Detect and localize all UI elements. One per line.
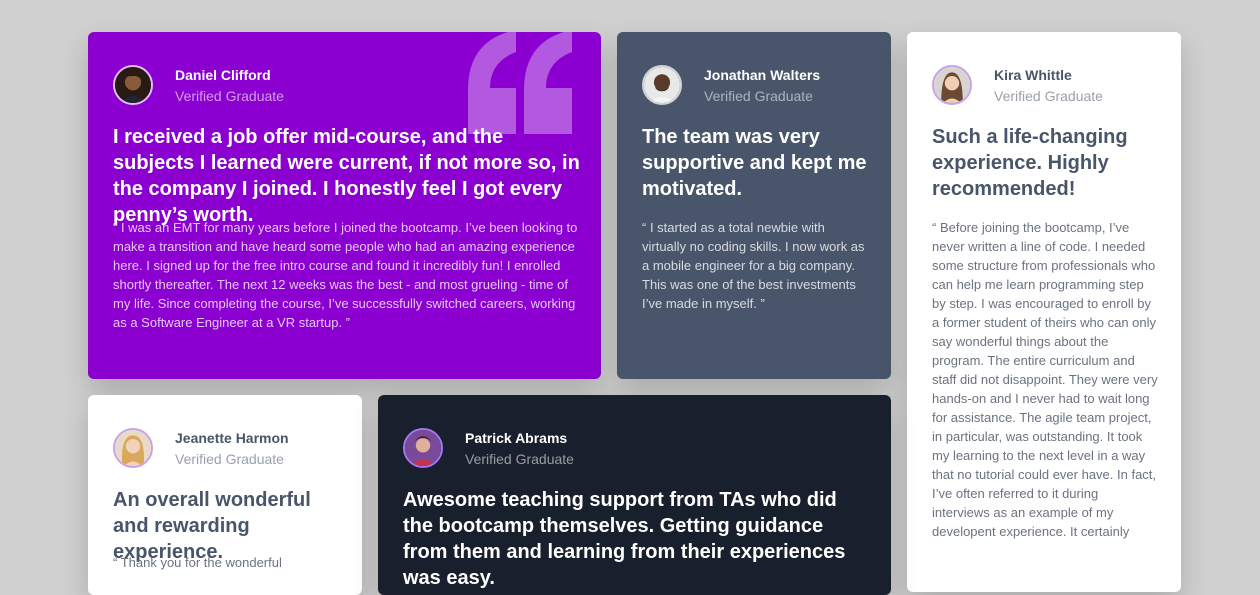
author-name: Kira Whittle <box>994 66 1072 83</box>
avatar <box>932 65 972 105</box>
author-block: Jonathan Walters Verified Graduate <box>642 62 820 108</box>
author-role: Verified Graduate <box>175 87 284 104</box>
testimonial-headline: Such a life-changing experience. Highly … <box>932 126 1128 200</box>
author-name: Jeanette Harmon <box>175 429 289 446</box>
testimonial-headline: The team was very supportive and kept me… <box>642 126 867 200</box>
author-role: Verified Graduate <box>175 450 284 467</box>
testimonial-quote: “ Before joining the bootcamp, I’ve neve… <box>932 220 1158 539</box>
author-block: Patrick Abrams Verified Graduate <box>403 425 574 471</box>
testimonial-card-jonathan: Jonathan Walters Verified Graduate The t… <box>617 32 891 379</box>
testimonial-headline: I received a job offer mid-course, and t… <box>113 126 580 226</box>
avatar <box>113 65 153 105</box>
author-role: Verified Graduate <box>994 87 1103 104</box>
testimonial-quote: “ Thank you for the wonderful <box>113 555 282 570</box>
author-name: Jonathan Walters <box>704 66 821 83</box>
avatar <box>403 428 443 468</box>
testimonial-headline: Awesome teaching support from TAs who di… <box>403 489 846 589</box>
quotation-mark-icon <box>468 32 572 134</box>
testimonial-quote: “ I was an EMT for many years before I j… <box>113 220 578 330</box>
testimonial-quote: “ I started as a total newbie with virtu… <box>642 220 865 311</box>
author-name: Daniel Clifford <box>175 66 271 83</box>
author-block: Kira Whittle Verified Graduate <box>932 62 1103 108</box>
author-block: Jeanette Harmon Verified Graduate <box>113 425 289 471</box>
avatar <box>642 65 682 105</box>
testimonial-card-kira: Kira Whittle Verified Graduate Such a li… <box>907 32 1181 592</box>
testimonial-card-daniel: Daniel Clifford Verified Graduate I rece… <box>88 32 601 379</box>
author-block: Daniel Clifford Verified Graduate <box>113 62 284 108</box>
testimonial-card-patrick: Patrick Abrams Verified Graduate Awesome… <box>378 395 891 595</box>
author-role: Verified Graduate <box>704 87 813 104</box>
avatar <box>113 428 153 468</box>
testimonial-card-jeanette: Jeanette Harmon Verified Graduate An ove… <box>88 395 362 595</box>
author-name: Patrick Abrams <box>465 429 568 446</box>
author-role: Verified Graduate <box>465 450 574 467</box>
